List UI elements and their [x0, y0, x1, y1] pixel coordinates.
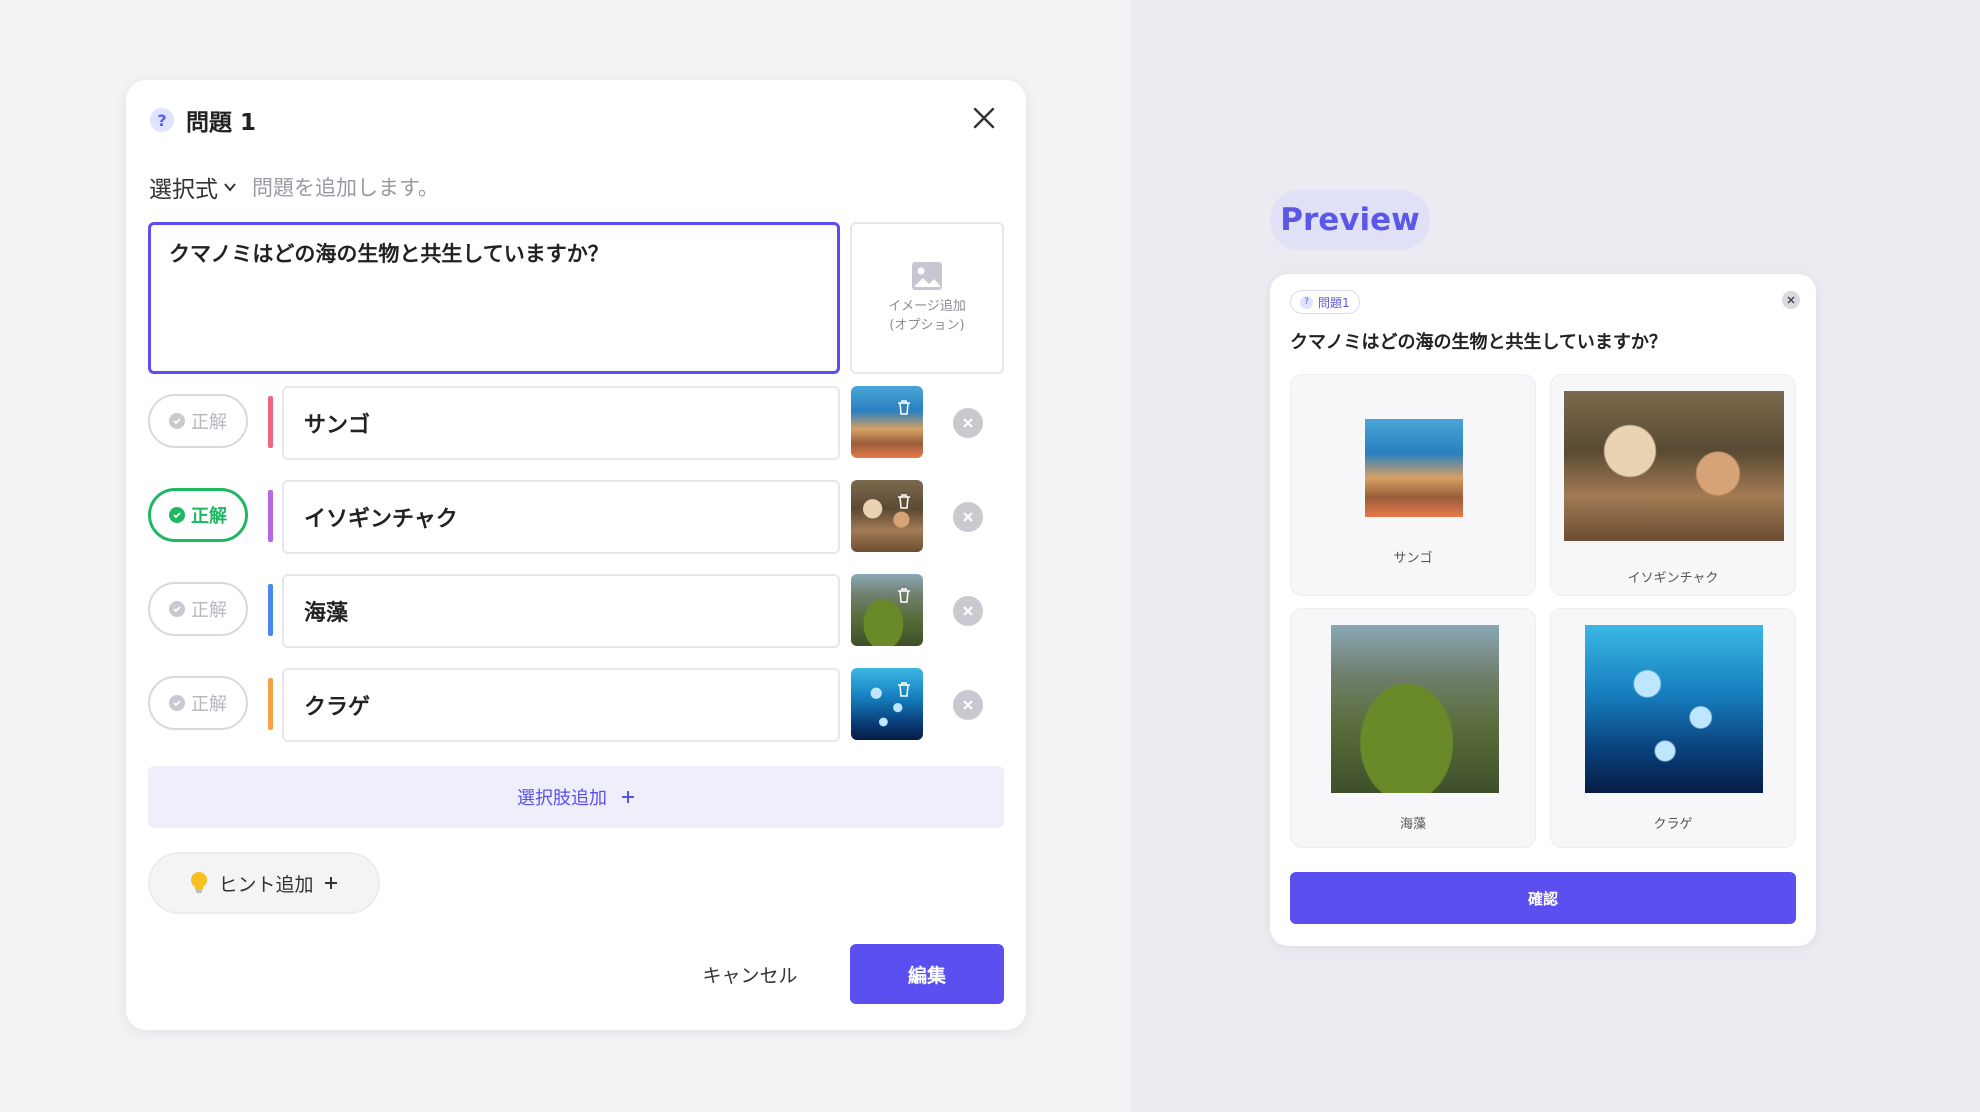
add-choice-label: 選択肢追加 — [517, 788, 607, 809]
preview-label: Preview — [1270, 190, 1430, 250]
preview-question-tag: ? 問題1 — [1290, 290, 1360, 314]
option-image — [851, 386, 923, 458]
option-row: 正解 サンゴ — [148, 386, 1008, 460]
close-icon — [963, 512, 973, 522]
plus-icon — [622, 791, 634, 803]
preview-option[interactable]: イソギンチャク — [1550, 374, 1796, 596]
remove-option-button[interactable] — [953, 690, 983, 720]
remove-option-button[interactable] — [953, 502, 983, 532]
question-type-select[interactable]: 選択式 — [149, 170, 238, 204]
preview-card: ? 問題1 クマノミはどの海の生物と共生していますか？ サンゴ イソギンチャク … — [1270, 274, 1816, 946]
confirm-button[interactable]: 確認 — [1290, 872, 1796, 924]
option-input[interactable]: クラゲ — [282, 668, 840, 742]
question-type-value: 選択式 — [149, 177, 218, 203]
trash-icon[interactable] — [893, 490, 915, 512]
close-icon — [1787, 296, 1795, 304]
lightbulb-icon — [191, 872, 208, 893]
option-image — [1585, 625, 1763, 793]
preview-option-label: 海藻 — [1399, 817, 1426, 832]
question-icon: ? — [1300, 295, 1313, 309]
close-button[interactable] — [964, 98, 1004, 138]
trash-icon[interactable] — [893, 396, 915, 418]
option-color-bar — [268, 584, 273, 636]
add-image-sublabel: (オプション) — [889, 318, 965, 333]
trash-icon[interactable] — [893, 678, 915, 700]
remove-option-button[interactable] — [953, 408, 983, 438]
option-image — [1365, 419, 1463, 517]
preview-option-label: サンゴ — [1393, 551, 1433, 566]
preview-option-label: イソギンチャク — [1627, 571, 1719, 586]
option-row: 正解 海藻 — [148, 574, 1008, 648]
option-color-bar — [268, 396, 273, 448]
preview-option[interactable]: サンゴ — [1290, 374, 1536, 596]
correct-toggle[interactable]: 正解 — [148, 488, 248, 542]
correct-label: 正解 — [191, 694, 227, 715]
add-image-label: イメージ追加 — [888, 298, 966, 314]
preview-close-button[interactable] — [1782, 291, 1800, 309]
chevron-down-icon — [224, 183, 236, 192]
trash-icon[interactable] — [893, 584, 915, 606]
preview-option-label: クラゲ — [1653, 817, 1693, 832]
modal-header: ? 問題 1 — [150, 100, 256, 140]
question-icon: ? — [150, 108, 174, 132]
correct-label: 正解 — [191, 600, 227, 621]
option-row: 正解 イソギンチャク — [148, 480, 1008, 554]
preview-tag-label: 問題1 — [1318, 295, 1350, 310]
question-type-hint: 問題を追加します。 — [252, 176, 439, 200]
correct-label: 正解 — [191, 506, 227, 527]
option-input[interactable]: サンゴ — [282, 386, 840, 460]
image-icon — [912, 261, 942, 290]
close-icon — [973, 107, 995, 129]
option-color-bar — [268, 678, 273, 730]
option-row: 正解 クラゲ — [148, 668, 1008, 742]
preview-option[interactable]: 海藻 — [1290, 608, 1536, 848]
check-icon — [169, 601, 185, 617]
option-image — [1331, 625, 1499, 793]
check-icon — [169, 695, 185, 711]
question-type-row: 選択式 問題を追加します。 — [149, 170, 439, 204]
preview-question: クマノミはどの海の生物と共生していますか？ — [1290, 332, 1667, 353]
modal-title: 問題 1 — [186, 110, 257, 136]
option-input[interactable]: 海藻 — [282, 574, 840, 648]
plus-icon — [324, 877, 337, 889]
close-icon — [963, 418, 973, 428]
check-icon — [169, 507, 185, 523]
question-text-input[interactable]: クマノミはどの海の生物と共生していますか？ — [148, 222, 840, 374]
add-hint-button[interactable]: ヒント追加 — [148, 852, 380, 914]
cancel-button[interactable]: キャンセル — [690, 944, 810, 1004]
add-image-button[interactable]: イメージ追加 (オプション) — [850, 222, 1004, 374]
remove-option-button[interactable] — [953, 596, 983, 626]
correct-toggle[interactable]: 正解 — [148, 676, 248, 730]
correct-label: 正解 — [191, 412, 227, 433]
option-image — [851, 574, 923, 646]
check-icon — [169, 413, 185, 429]
add-hint-label: ヒント追加 — [218, 873, 314, 896]
close-icon — [963, 606, 973, 616]
edit-button[interactable]: 編集 — [850, 944, 1004, 1004]
option-input[interactable]: イソギンチャク — [282, 480, 840, 554]
close-icon — [963, 700, 973, 710]
add-choice-button[interactable]: 選択肢追加 — [148, 766, 1004, 828]
option-image — [1564, 391, 1784, 541]
option-image — [851, 668, 923, 740]
question-editor-modal: ? 問題 1 選択式 問題を追加します。 クマノミはどの海の生物と共生しています… — [126, 80, 1026, 1030]
option-image — [851, 480, 923, 552]
option-color-bar — [268, 490, 273, 542]
preview-option[interactable]: クラゲ — [1550, 608, 1796, 848]
correct-toggle[interactable]: 正解 — [148, 582, 248, 636]
correct-toggle[interactable]: 正解 — [148, 394, 248, 448]
